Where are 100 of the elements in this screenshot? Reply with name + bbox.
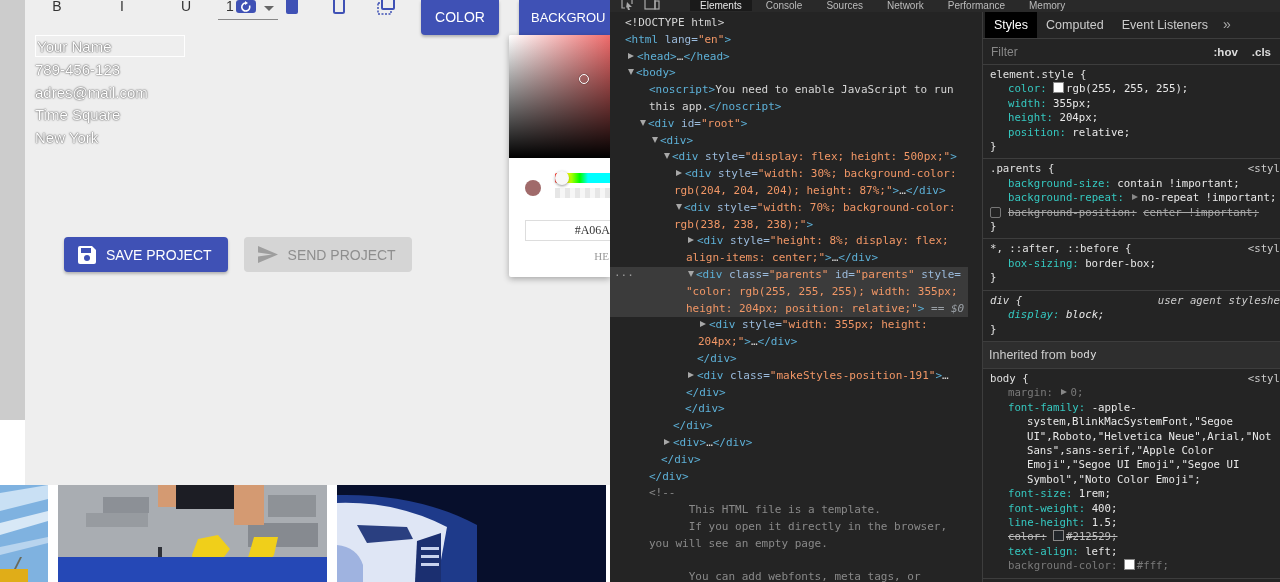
code-line[interactable]: <div>…</div>	[610, 434, 968, 452]
css-declaration[interactable]: text-align: left;	[983, 544, 1280, 560]
triangle-icon[interactable]	[700, 321, 706, 328]
css-declaration[interactable]: background-color: #fff;	[983, 559, 1280, 574]
styles-tab[interactable]: Event Listeners	[1112, 12, 1217, 38]
code-line[interactable]: <head>…</head>	[610, 48, 968, 66]
triangle-icon[interactable]	[628, 52, 634, 59]
css-declaration[interactable]: line-height: 1.5;	[983, 515, 1280, 531]
stylesheet-link[interactable]: <styl	[1247, 242, 1280, 257]
css-selector[interactable]: body {	[990, 371, 1029, 387]
triangle-icon[interactable]	[1061, 389, 1068, 396]
devtools-tab[interactable]: Elements	[690, 0, 752, 11]
underline-button[interactable]: U	[176, 0, 196, 13]
devtools-tab[interactable]: Console	[755, 0, 813, 11]
italic-button[interactable]: I	[112, 0, 132, 13]
color-button[interactable]: COLOR	[421, 0, 499, 35]
css-declaration[interactable]: width: 355px;	[983, 96, 1280, 112]
css-declaration[interactable]: font-family: -apple- system,BlinkMacSystemFont,"Segoe UI",Roboto,"Helvetica Neue",Arial,"Not Sans",sans-serif,"Apple Color Emoji","Segoe UI Emoji","Segoe UI Symbol","Noto Color Emoji";	[983, 400, 1280, 488]
triangle-icon[interactable]	[664, 438, 670, 445]
devtools-tab[interactable]: Memory	[1019, 0, 1076, 11]
css-declaration[interactable]: color: #212529;	[983, 530, 1280, 545]
css-declaration[interactable]: color: rgb(255, 255, 255);	[983, 82, 1280, 97]
devtools-tab[interactable]: Network	[877, 0, 934, 11]
code-line[interactable]: </div>	[610, 418, 968, 435]
code-line[interactable]: <div style="height: 8%; display: flex; align-items: center;">…</div>	[610, 233, 968, 267]
css-declaration[interactable]: box-sizing: border-box;	[983, 256, 1280, 272]
devtools-tab[interactable]: Sources	[816, 0, 874, 11]
triangle-icon[interactable]	[628, 69, 634, 76]
css-declaration[interactable]: position: relative;	[983, 125, 1280, 141]
css-declaration[interactable]: font-weight: 400;	[983, 501, 1280, 516]
rectangle-outline-icon	[333, 0, 345, 14]
toggle-button[interactable]: :hov	[1208, 45, 1243, 58]
inherited-label: Inherited from	[989, 347, 1067, 362]
triangle-icon[interactable]	[652, 136, 658, 143]
css-selector[interactable]: .parents {	[990, 162, 1055, 177]
triangle-icon[interactable]	[688, 270, 694, 277]
inspect-icon	[621, 0, 633, 10]
name-field[interactable]: Your Name	[35, 35, 185, 57]
triangle-icon[interactable]	[664, 153, 670, 160]
code-line[interactable]: <div class="makeStyles-position-191">… </div>	[610, 367, 968, 402]
slider-thumb[interactable]	[555, 171, 569, 185]
css-declaration[interactable]: background-repeat: no-repeat !important;	[983, 191, 1280, 206]
color-swatch[interactable]	[1123, 559, 1135, 571]
styles-tab[interactable]: Computed	[1037, 12, 1113, 38]
background-button[interactable]: BACKGROU	[519, 0, 610, 35]
more-tabs-button[interactable]: »	[1216, 12, 1237, 38]
css-declaration[interactable]: height: 204px;	[983, 111, 1280, 126]
code-line[interactable]: </div>	[610, 350, 968, 368]
stylesheet-link[interactable]: <styl	[1247, 162, 1280, 177]
checkbox[interactable]	[990, 206, 1001, 218]
stylesheet-link[interactable]: <styl	[1247, 371, 1280, 387]
code-line[interactable]: <!-- This HTML file is a template. If you open it directly in the browser, you will see an empty page. You can add webfonts, meta tags, or	[610, 485, 968, 582]
css-declaration[interactable]: font-size: 1rem;	[983, 487, 1280, 502]
code-line[interactable]: <div style="width: 355px; height: 204px;">…</div>	[610, 317, 968, 351]
hue-slider[interactable]	[555, 173, 610, 183]
font-size-select[interactable]: 1	[218, 0, 278, 20]
css-selector[interactable]: *, ::after, ::before {	[990, 242, 1132, 257]
format-label: HE	[593, 250, 610, 262]
stylesheet-link[interactable]: user agent styleshe	[1157, 293, 1280, 309]
color-swatch[interactable]	[1053, 82, 1064, 94]
card-text: New York	[35, 127, 99, 148]
code-line[interactable]: <div id="root">	[610, 115, 968, 133]
bold-button[interactable]: B	[47, 0, 67, 13]
color-swatch[interactable]	[1053, 530, 1064, 542]
triangle-icon[interactable]	[688, 371, 694, 378]
filter-field[interactable]: Filter	[989, 43, 1209, 60]
hex-field[interactable]: #A06A	[525, 220, 610, 241]
css-selector[interactable]: element.style {	[990, 68, 1087, 83]
css-declaration[interactable]: background-size: contain !important;	[983, 176, 1280, 192]
code-line[interactable]: <div>	[610, 132, 968, 150]
code-line[interactable]: <div style="width: 30%; background-color: rgb(204, 204, 204); height: 87%;">…</div>	[610, 166, 968, 200]
code-line[interactable]: <!DOCTYPE html>	[610, 15, 968, 32]
card-text: 789-456-123	[35, 60, 121, 80]
code-line[interactable]: <div style="width: 70%; background-color: rgb(238, 238, 238);">	[610, 199, 968, 234]
css-declaration[interactable]: background-position: center !important;	[983, 205, 1280, 221]
triangle-icon[interactable]	[688, 237, 694, 244]
css-declaration[interactable]: display: block;	[983, 308, 1280, 323]
saturation-area[interactable]	[509, 35, 610, 158]
code-line[interactable]: <noscript>You need to enable JavaScript to run this app.</noscript>	[610, 82, 968, 116]
code-line[interactable]: <body>	[610, 65, 968, 83]
save-icon	[78, 245, 96, 264]
triangle-icon[interactable]	[640, 119, 646, 126]
code-line[interactable]: </div>	[610, 468, 968, 486]
code-line[interactable]: <div style="display: flex; height: 500px;">	[610, 149, 968, 167]
triangle-icon[interactable]	[676, 203, 682, 210]
css-selector[interactable]: div {	[990, 293, 1023, 309]
code-line[interactable]: <html lang="en">	[610, 31, 968, 49]
triangle-icon[interactable]	[676, 170, 682, 177]
refresh-icon	[235, 0, 256, 13]
code-line[interactable]: </div>	[610, 451, 968, 469]
styles-tab[interactable]: Styles	[985, 12, 1038, 38]
css-declaration[interactable]: margin: 0;	[983, 386, 1280, 401]
element-link[interactable]: body	[1070, 348, 1097, 362]
closing-brace: }	[989, 140, 998, 155]
devtools-tab[interactable]: Performance	[937, 0, 1015, 11]
toggle-button[interactable]: .cls	[1246, 45, 1276, 58]
triangle-icon[interactable]	[1132, 194, 1139, 201]
code-line[interactable]: </div>	[610, 401, 968, 419]
more-dots[interactable]: ...	[614, 266, 634, 279]
save-project-button[interactable]: SAVE PROJECT	[64, 237, 228, 272]
